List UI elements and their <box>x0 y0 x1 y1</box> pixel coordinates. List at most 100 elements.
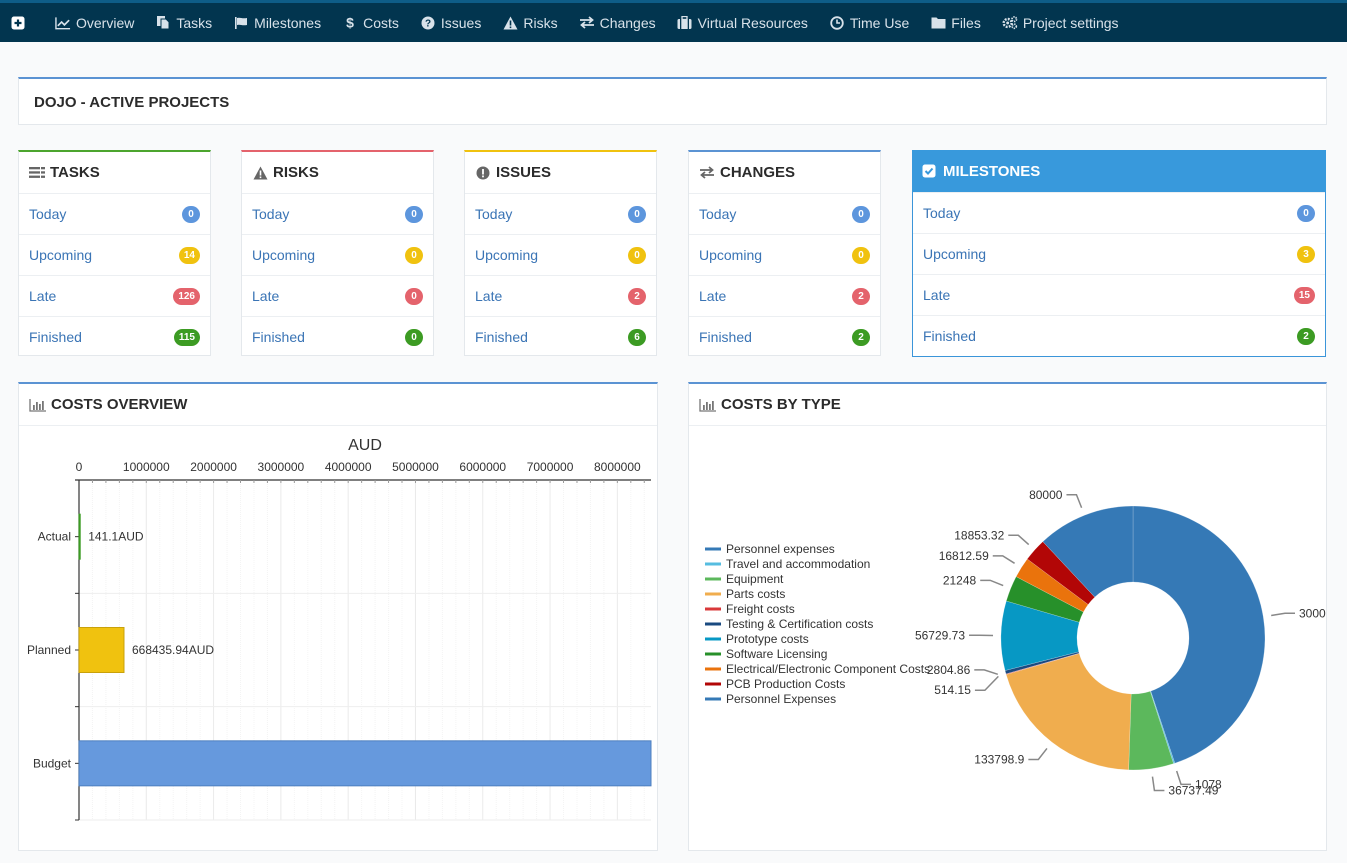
label-leader-line <box>1271 612 1296 617</box>
tasks-summary-panel: TASKS Today 0 Upcoming 14 Late 126 Finished 115 <box>18 150 211 356</box>
row-label[interactable]: Finished <box>475 329 528 345</box>
x-tick-label: 3000000 <box>258 460 305 474</box>
label-leader-line <box>1151 776 1165 792</box>
legend-item[interactable]: Travel and accommodation <box>705 557 870 571</box>
nav-item-issues[interactable]: ? Issues <box>420 15 481 31</box>
legend-item[interactable]: Software Licensing <box>705 647 827 661</box>
suitcase-icon <box>677 15 693 30</box>
changes-row-upcoming[interactable]: Upcoming 0 <box>689 234 880 275</box>
legend-item[interactable]: Freight costs <box>705 602 795 616</box>
milestones-row-late[interactable]: Late 15 <box>913 274 1325 315</box>
legend-item[interactable]: Parts costs <box>705 587 785 601</box>
costs-by-type-title: COSTS BY TYPE <box>721 396 841 413</box>
risks-row-late[interactable]: Late 0 <box>242 275 433 316</box>
row-label[interactable]: Upcoming <box>923 246 986 262</box>
donut-slice[interactable] <box>1005 653 1132 771</box>
row-label[interactable]: Finished <box>252 329 305 345</box>
milestones-panel-header: MILESTONES <box>912 150 1326 192</box>
top-navigation-bar: Overview Tasks Milestones $ Costs? Issues Risk… <box>0 0 1347 42</box>
costs-by-type-chart: Personnel expensesTravel and accommodati… <box>705 488 1326 798</box>
changes-row-finished[interactable]: Finished 2 <box>689 316 880 357</box>
row-label[interactable]: Finished <box>923 328 976 344</box>
risks-row-today[interactable]: Today 0 <box>242 193 433 234</box>
issues-row-upcoming[interactable]: Upcoming 0 <box>465 234 656 275</box>
row-label[interactable]: Today <box>29 206 66 222</box>
x-tick-label: 0 <box>76 460 83 474</box>
nav-item-costs[interactable]: $ Costs <box>342 15 399 31</box>
issues-row-finished[interactable]: Finished 6 <box>465 316 656 357</box>
nav-item-risks[interactable]: Risks <box>502 15 558 31</box>
count-badge: 0 <box>1297 204 1315 222</box>
donut-slices <box>1000 505 1266 771</box>
tasks-row-upcoming[interactable]: Upcoming 14 <box>19 234 210 275</box>
nav-item-changes[interactable]: Changes <box>579 15 656 31</box>
label-leader-line <box>992 555 1015 564</box>
x-tick-label: 4000000 <box>325 460 372 474</box>
count-badge: 2 <box>628 287 646 305</box>
nav-item-overview[interactable]: Overview <box>55 15 134 31</box>
row-label[interactable]: Today <box>923 205 960 221</box>
nav-item-files[interactable]: Files <box>930 15 981 31</box>
row-label[interactable]: Upcoming <box>699 247 762 263</box>
legend-label: Personnel Expenses <box>726 692 836 706</box>
tasks-row-today[interactable]: Today 0 <box>19 193 210 234</box>
changes-row-today[interactable]: Today 0 <box>689 193 880 234</box>
risks-row-finished[interactable]: Finished 0 <box>242 316 433 357</box>
legend-item[interactable]: Equipment <box>705 572 784 586</box>
count-badge: 115 <box>173 328 200 346</box>
nav-item-time-use[interactable]: Time Use <box>829 15 909 31</box>
row-label[interactable]: Finished <box>699 329 752 345</box>
nav-item-project-settings[interactable]: Project settings <box>1002 15 1119 31</box>
nav-item-virtual-resources[interactable]: Virtual Resources <box>677 15 808 31</box>
row-label[interactable]: Today <box>699 206 736 222</box>
milestones-row-upcoming[interactable]: Upcoming 3 <box>913 233 1325 274</box>
legend-label: Equipment <box>726 572 784 586</box>
milestones-summary-panel: MILESTONES Today 0 Upcoming 3 Late 15 Finished 2 <box>912 150 1326 357</box>
row-label[interactable]: Late <box>29 288 56 304</box>
legend-item[interactable]: Personnel expenses <box>705 542 835 556</box>
row-label[interactable]: Upcoming <box>475 247 538 263</box>
legend-item[interactable]: Prototype costs <box>705 632 809 646</box>
legend-item[interactable]: Testing & Certification costs <box>705 617 873 631</box>
row-label[interactable]: Finished <box>29 329 82 345</box>
row-label[interactable]: Today <box>475 206 512 222</box>
line-chart-icon <box>55 16 71 30</box>
slice-value-label: 36737.49 <box>1168 784 1218 798</box>
nav-item-milestones[interactable]: Milestones <box>233 15 321 31</box>
row-label[interactable]: Upcoming <box>29 247 92 263</box>
tasks-row-finished[interactable]: Finished 115 <box>19 316 210 357</box>
risks-row-upcoming[interactable]: Upcoming 0 <box>242 234 433 275</box>
slice-value-label: 3000 <box>1299 606 1326 620</box>
bar-planned <box>78 627 125 673</box>
dollar-icon: $ <box>342 15 358 30</box>
plus-square-icon <box>10 16 26 30</box>
nav-item-label: Issues <box>440 14 482 31</box>
nav-item-add[interactable] <box>10 16 26 30</box>
row-label[interactable]: Today <box>252 206 289 222</box>
question-circle-icon: ? <box>420 16 436 30</box>
legend-item[interactable]: Electrical/Electronic Component Costs <box>705 662 930 676</box>
count-badge: 126 <box>173 287 200 305</box>
row-label[interactable]: Upcoming <box>252 247 315 263</box>
legend-label: Testing & Certification costs <box>726 617 873 631</box>
nav-item-tasks[interactable]: Tasks <box>155 15 212 31</box>
row-label[interactable]: Late <box>699 288 726 304</box>
changes-row-late[interactable]: Late 2 <box>689 275 880 316</box>
row-label[interactable]: Late <box>252 288 279 304</box>
y-tick-label: Actual <box>38 530 71 544</box>
folder-icon <box>930 16 946 30</box>
row-label[interactable]: Late <box>923 287 950 303</box>
tasks-row-late[interactable]: Late 126 <box>19 275 210 316</box>
changes-panel-header: CHANGES <box>689 152 880 193</box>
slice-value-label: 514.15 <box>934 683 971 697</box>
legend-item[interactable]: Personnel Expenses <box>705 692 836 706</box>
issues-row-late[interactable]: Late 2 <box>465 275 656 316</box>
legend-label: Software Licensing <box>726 647 827 661</box>
legend-item[interactable]: PCB Production Costs <box>705 677 845 691</box>
count-badge: 2 <box>852 287 870 305</box>
row-label[interactable]: Late <box>475 288 502 304</box>
milestones-row-finished[interactable]: Finished 2 <box>913 315 1325 356</box>
changes-panel-title: CHANGES <box>720 164 796 181</box>
issues-row-today[interactable]: Today 0 <box>465 193 656 234</box>
milestones-row-today[interactable]: Today 0 <box>913 192 1325 233</box>
